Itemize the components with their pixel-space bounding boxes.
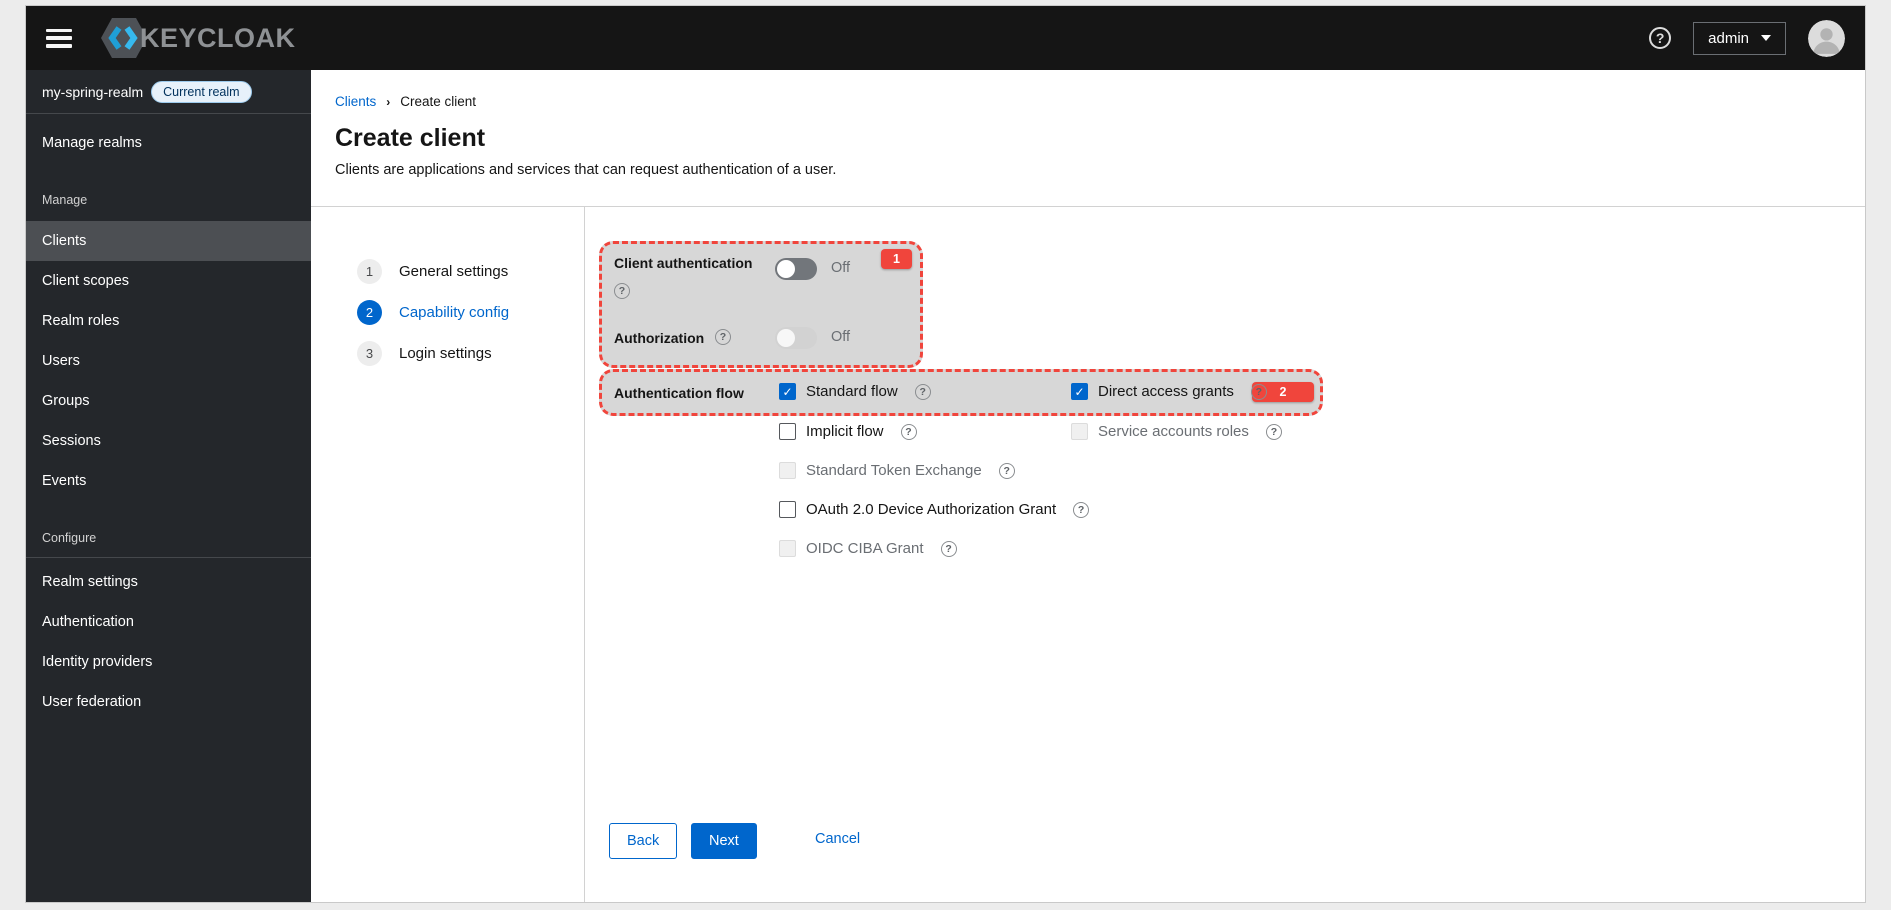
authorization-help-icon[interactable]: [715, 329, 731, 345]
cancel-button[interactable]: Cancel: [815, 831, 860, 847]
oidc-ciba-grant-label: OIDC CIBA Grant: [806, 540, 924, 557]
oauth-device-grant-checkbox[interactable]: [779, 501, 796, 518]
implicit-flow-checkbox[interactable]: [779, 423, 796, 440]
sidebar-item-identity-providers[interactable]: Identity providers: [26, 642, 311, 682]
standard-token-exchange-option: Standard Token Exchange: [779, 462, 1015, 479]
sidebar-section-manage: Manage: [42, 193, 88, 207]
annotation-box-2: 2 Authentication flow Standard flow Dire…: [599, 369, 1323, 416]
user-menu-dropdown[interactable]: admin: [1693, 21, 1786, 55]
back-button[interactable]: Back: [609, 823, 678, 859]
annotation-box-1: 1 Client authentication Off Authorizatio…: [599, 241, 923, 368]
page-header: Clients › Create client Create client Cl…: [311, 70, 1865, 207]
direct-access-grants-label: Direct access grants: [1098, 383, 1234, 400]
client-authentication-help-icon[interactable]: [614, 283, 630, 299]
standard-flow-checkbox[interactable]: [779, 383, 796, 400]
step-label: General settings: [399, 263, 509, 280]
help-icon[interactable]: ?: [1649, 27, 1672, 49]
oauth-device-grant-help-icon[interactable]: [1073, 501, 1090, 518]
standard-flow-option: Standard flow: [779, 383, 931, 400]
wizard-step-capability-config[interactable]: 2 Capability config: [311, 292, 584, 333]
wizard-step-login-settings[interactable]: 3 Login settings: [311, 333, 584, 374]
chevron-right-icon: ›: [386, 94, 391, 109]
wizard-step-general-settings[interactable]: 1 General settings: [311, 251, 584, 292]
sidebar-item-user-federation[interactable]: User federation: [26, 682, 311, 722]
step-number: 1: [357, 259, 382, 284]
service-accounts-roles-option: Service accounts roles: [1071, 423, 1282, 440]
current-realm-badge: Current realm: [151, 80, 252, 103]
breadcrumb: Clients › Create client: [335, 94, 1841, 109]
direct-access-grants-option: Direct access grants: [1071, 383, 1267, 400]
sidebar-item-sessions[interactable]: Sessions: [26, 421, 311, 461]
breadcrumb-current: Create client: [400, 94, 477, 109]
sidebar-item-manage-realms[interactable]: Manage realms: [26, 123, 311, 163]
standard-flow-help-icon[interactable]: [914, 383, 931, 400]
nav-toggle-icon[interactable]: [46, 28, 72, 48]
service-accounts-roles-help-icon[interactable]: [1265, 423, 1282, 440]
client-authentication-label: Client authentication: [614, 255, 753, 271]
oauth-device-grant-label: OAuth 2.0 Device Authorization Grant: [806, 501, 1057, 518]
avatar[interactable]: [1808, 19, 1845, 57]
user-avatar-icon: [1808, 19, 1845, 57]
standard-token-exchange-label: Standard Token Exchange: [806, 462, 982, 479]
page-description: Clients are applications and services th…: [335, 162, 837, 178]
breadcrumb-clients-link[interactable]: Clients: [335, 94, 376, 109]
main-content: Clients › Create client Create client Cl…: [311, 70, 1865, 902]
keycloak-logo[interactable]: KEYCLOAK: [100, 17, 296, 59]
user-menu-label: admin: [1708, 29, 1749, 47]
sidebar-item-clients[interactable]: Clients: [26, 221, 311, 261]
realm-selector[interactable]: my-spring-realm Current realm: [26, 70, 311, 114]
client-authentication-toggle[interactable]: [775, 258, 817, 280]
step-number: 2: [357, 300, 382, 325]
authorization-value: Off: [831, 329, 851, 345]
oidc-ciba-grant-option: OIDC CIBA Grant: [779, 540, 957, 557]
realm-name: my-spring-realm: [42, 83, 144, 100]
sidebar-item-authentication[interactable]: Authentication: [26, 602, 311, 642]
sidebar-item-users[interactable]: Users: [26, 341, 311, 381]
chevron-down-icon: [1761, 35, 1771, 41]
service-accounts-roles-label: Service accounts roles: [1098, 423, 1249, 440]
authentication-flow-label: Authentication flow: [614, 385, 744, 401]
standard-flow-label: Standard flow: [806, 383, 898, 400]
next-button[interactable]: Next: [691, 823, 757, 859]
implicit-flow-label: Implicit flow: [806, 423, 884, 440]
oidc-ciba-grant-help-icon[interactable]: [940, 540, 957, 557]
step-label: Capability config: [399, 304, 510, 321]
capability-config-form: 1 Client authentication Off Authorizatio…: [585, 207, 1865, 902]
brand-name: KEYCLOAK: [140, 22, 296, 53]
standard-token-exchange-checkbox: [779, 462, 796, 479]
service-accounts-roles-checkbox: [1071, 423, 1088, 440]
standard-token-exchange-help-icon[interactable]: [998, 462, 1015, 479]
client-authentication-value: Off: [831, 260, 851, 276]
sidebar-item-realm-settings[interactable]: Realm settings: [26, 562, 311, 602]
implicit-flow-help-icon[interactable]: [900, 423, 917, 440]
sidebar-item-groups[interactable]: Groups: [26, 381, 311, 421]
direct-access-grants-help-icon[interactable]: [1250, 383, 1267, 400]
sidebar-item-client-scopes[interactable]: Client scopes: [26, 261, 311, 301]
oauth-device-grant-option: OAuth 2.0 Device Authorization Grant: [779, 501, 1090, 518]
step-number: 3: [357, 341, 382, 366]
sidebar-item-realm-roles[interactable]: Realm roles: [26, 301, 311, 341]
masthead: KEYCLOAK ? admin: [26, 6, 1865, 70]
implicit-flow-option: Implicit flow: [779, 423, 917, 440]
annotation-badge-1: 1: [881, 249, 912, 269]
authorization-toggle: [775, 327, 817, 349]
sidebar-item-events[interactable]: Events: [26, 461, 311, 501]
sidebar: my-spring-realm Current realm Manage rea…: [26, 70, 311, 902]
keycloak-admin-window: KEYCLOAK ? admin my-spring-realm Current…: [25, 5, 1866, 903]
sidebar-section-configure: Configure: [42, 531, 97, 545]
oidc-ciba-grant-checkbox: [779, 540, 796, 557]
page-title: Create client: [335, 124, 486, 152]
authorization-label: Authorization: [614, 330, 705, 346]
wizard-steps: 1 General settings 2 Capability config 3…: [311, 207, 585, 902]
step-label: Login settings: [399, 345, 492, 362]
direct-access-grants-checkbox[interactable]: [1071, 383, 1088, 400]
